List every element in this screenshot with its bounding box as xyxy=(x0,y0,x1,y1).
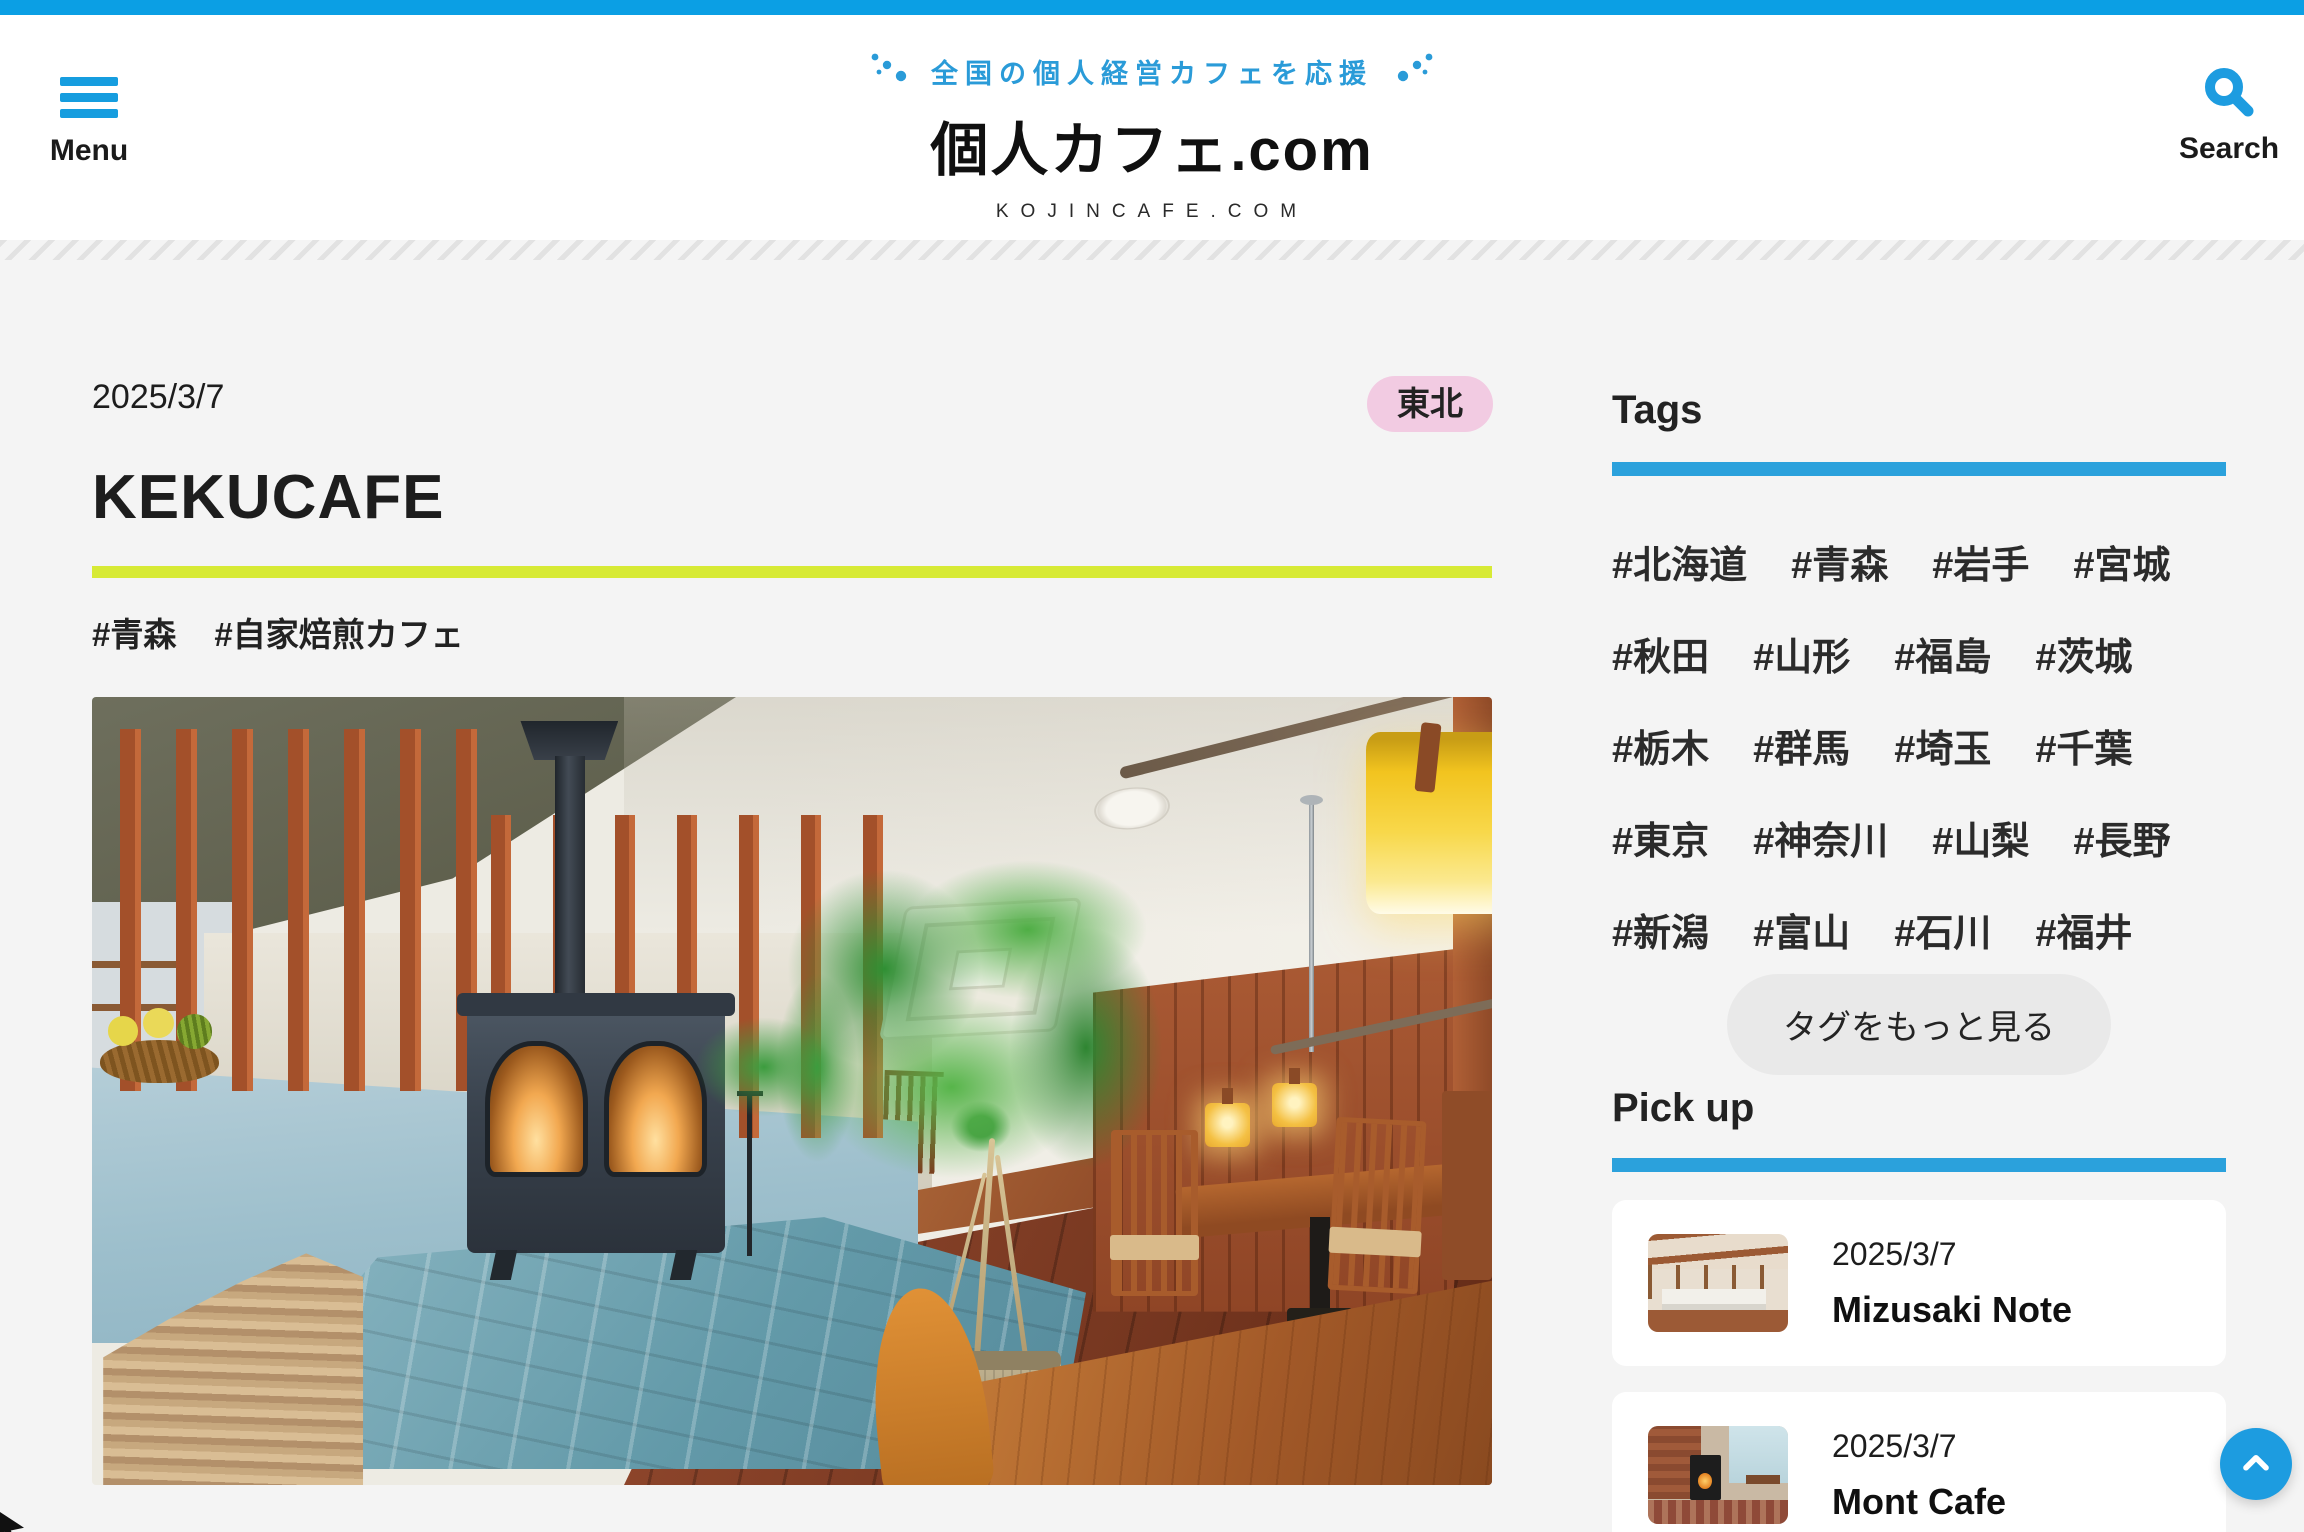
site-header: Menu 全国の個人経営カフェを応援 個人カフェ.com KOJINCAFE.C… xyxy=(0,15,2304,240)
sidebar-tag[interactable]: #北海道 xyxy=(1612,534,1747,582)
pickup-card-date: 2025/3/7 xyxy=(1832,1236,2072,1273)
tag-row: #栃木 #群馬 #埼玉 #千葉 xyxy=(1612,718,2272,766)
photo-stove-window xyxy=(485,1041,588,1177)
sidebar-tag[interactable]: #長野 xyxy=(2073,810,2170,858)
sidebar-tag[interactable]: #東京 xyxy=(1612,810,1709,858)
article-date: 2025/3/7 xyxy=(92,378,224,417)
sidebar-tag[interactable]: #福井 xyxy=(2035,902,2132,950)
tag-row: #新潟 #富山 #石川 #福井 xyxy=(1612,902,2272,950)
article-photo xyxy=(92,697,1492,1485)
photo-wall-lamp xyxy=(1205,1103,1250,1147)
tag-row: #秋田 #山形 #福島 #茨城 xyxy=(1612,626,2272,674)
tagline-dots-right-icon xyxy=(1393,51,1437,91)
more-tags-button[interactable]: タグをもっと見る xyxy=(1727,974,2111,1075)
sidebar-tag[interactable]: #茨城 xyxy=(2035,626,2132,674)
scroll-to-top-button[interactable] xyxy=(2220,1428,2292,1500)
pickup-heading-rule xyxy=(1612,1158,2226,1172)
sidebar-tag[interactable]: #群馬 xyxy=(1753,718,1850,766)
article-tag[interactable]: #自家焙煎カフェ xyxy=(214,608,463,656)
sidebar-tag[interactable]: #宮城 xyxy=(2073,534,2170,582)
site-logo[interactable]: 全国の個人経営カフェを応援 個人カフェ.com KOJINCAFE.COM xyxy=(662,51,1642,223)
pickup-card-title: Mont Cafe xyxy=(1832,1481,2006,1523)
sidebar-tag[interactable]: #岩手 xyxy=(1932,534,2029,582)
sidebar-tag[interactable]: #千葉 xyxy=(2035,718,2132,766)
menu-label: Menu xyxy=(30,134,148,168)
pickup-thumbnail xyxy=(1648,1426,1788,1524)
tagline-dots-left-icon xyxy=(867,51,911,91)
photo-green-fruit xyxy=(177,1014,213,1048)
photo-chair xyxy=(1111,1130,1198,1295)
site-tagline: 全国の個人経営カフェを応援 xyxy=(662,51,1642,91)
site-subtitle: KOJINCAFE.COM xyxy=(662,201,1642,223)
mouse-cursor xyxy=(0,1508,24,1532)
search-button[interactable]: Search xyxy=(2166,63,2292,166)
pickup-card-info: 2025/3/7 Mizusaki Note xyxy=(1832,1236,2072,1331)
pickup-heading: Pick up xyxy=(1612,1086,1754,1131)
sidebar-tag[interactable]: #秋田 xyxy=(1612,626,1709,674)
sidebar-tag[interactable]: #福島 xyxy=(1894,626,1991,674)
photo-pendant-lamp xyxy=(1366,732,1492,913)
diagonal-stripe-divider xyxy=(0,240,2304,260)
thumb-table xyxy=(1746,1475,1780,1484)
photo-chair xyxy=(1328,1116,1427,1294)
hamburger-bar xyxy=(60,77,118,86)
photo-wall-lamp xyxy=(1272,1083,1317,1127)
pickup-card-date: 2025/3/7 xyxy=(1832,1428,2006,1465)
pickup-card-title: Mizusaki Note xyxy=(1832,1289,2072,1331)
search-icon xyxy=(2200,63,2258,121)
thumb-floor xyxy=(1648,1500,1788,1524)
thumb-floor xyxy=(1648,1310,1788,1332)
more-tags-wrap: タグをもっと見る xyxy=(1612,974,2226,1075)
tags-heading-rule xyxy=(1612,462,2226,476)
pickup-card[interactable]: 2025/3/7 Mizusaki Note xyxy=(1612,1200,2226,1366)
sidebar-tag[interactable]: #新潟 xyxy=(1612,902,1709,950)
photo-chair xyxy=(1442,1091,1492,1280)
photo-fruit-basket xyxy=(100,1008,219,1083)
pickup-card[interactable]: 2025/3/7 Mont Cafe xyxy=(1612,1392,2226,1532)
article-tag[interactable]: #青森 xyxy=(92,608,176,656)
photo-lemon xyxy=(143,1008,174,1038)
hamburger-bar xyxy=(60,93,118,102)
sidebar-tag[interactable]: #埼玉 xyxy=(1894,718,1991,766)
search-label: Search xyxy=(2166,132,2292,166)
photo-lamp-strap xyxy=(1415,723,1442,794)
sidebar-tag[interactable]: #栃木 xyxy=(1612,718,1709,766)
tag-row: #北海道 #青森 #岩手 #宮城 xyxy=(1612,534,2272,582)
hamburger-icon xyxy=(60,77,118,118)
photo-chimney-hood xyxy=(520,721,618,760)
region-badge[interactable]: 東北 xyxy=(1367,376,1493,432)
page: Menu 全国の個人経営カフェを応援 個人カフェ.com KOJINCAFE.C… xyxy=(0,0,2304,1532)
sidebar-tag[interactable]: #山梨 xyxy=(1932,810,2029,858)
tags-heading: Tags xyxy=(1612,388,1702,433)
thumb-ceiling-beams xyxy=(1648,1234,1788,1269)
pickup-thumbnail xyxy=(1648,1234,1788,1332)
sidebar-tag[interactable]: #神奈川 xyxy=(1753,810,1888,858)
photo-lemon xyxy=(108,1016,139,1046)
sidebar-tag[interactable]: #富山 xyxy=(1753,902,1850,950)
article-tag-list: #青森 #自家焙煎カフェ xyxy=(92,608,464,656)
photo-table-leg xyxy=(1310,1217,1330,1312)
hamburger-bar xyxy=(60,109,118,118)
tag-row: #東京 #神奈川 #山梨 #長野 xyxy=(1612,810,2272,858)
sidebar-tag[interactable]: #青森 xyxy=(1791,534,1888,582)
chevron-up-icon xyxy=(2236,1444,2276,1484)
menu-button[interactable]: Menu xyxy=(30,77,148,168)
photo-pendant-rod xyxy=(1309,799,1314,1051)
tag-list: #北海道 #青森 #岩手 #宮城 #秋田 #山形 #福島 #茨城 #栃木 #群馬… xyxy=(1612,534,2272,994)
photo-chimney-pipe xyxy=(555,756,584,1008)
sidebar-tag[interactable]: #石川 xyxy=(1894,902,1991,950)
thumb-counter xyxy=(1662,1289,1766,1311)
pickup-card-info: 2025/3/7 Mont Cafe xyxy=(1832,1428,2006,1523)
site-title: 個人カフェ.com xyxy=(662,103,1642,187)
top-accent-bar xyxy=(0,0,2304,15)
title-underline xyxy=(92,566,1492,578)
article-title: KEKUCAFE xyxy=(92,462,444,533)
sidebar-tag[interactable]: #山形 xyxy=(1753,626,1850,674)
tagline-text: 全国の個人経営カフェを応援 xyxy=(931,52,1373,91)
